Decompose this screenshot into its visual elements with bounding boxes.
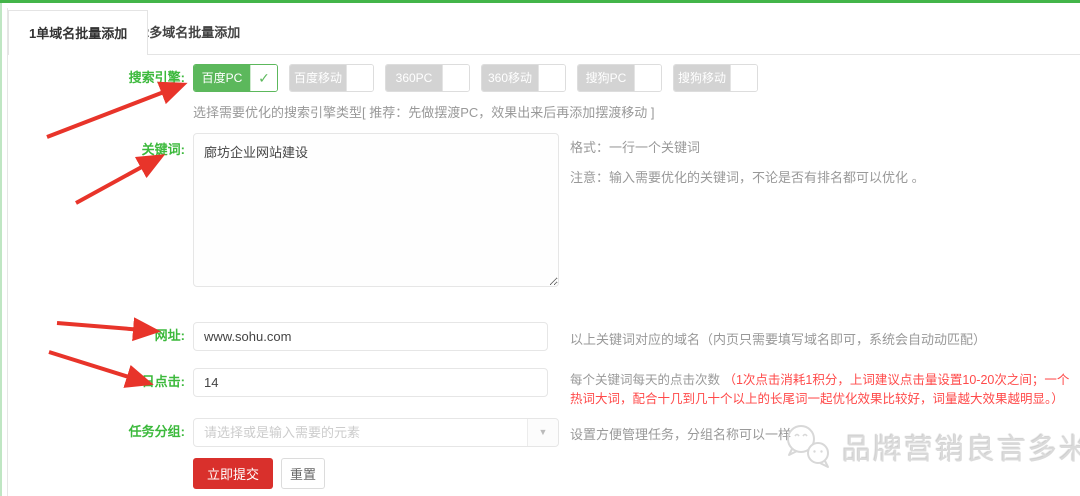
- keywords-textarea[interactable]: 廊坊企业网站建设: [193, 133, 559, 287]
- engine-option-360-pc[interactable]: 360PC: [385, 64, 470, 92]
- daily-clicks-hint: 每个关键词每天的点击次数 （1次点击消耗1积分，上词建议点击量设置10-20次之…: [570, 371, 1075, 409]
- checkbox-empty: [730, 65, 757, 91]
- engine-option-label: 360PC: [386, 65, 442, 91]
- top-accent-bar: [0, 0, 1080, 3]
- keywords-label: 关键词:: [0, 136, 185, 164]
- engine-option-label: 360移动: [482, 65, 538, 91]
- checkbox-empty: [346, 65, 373, 91]
- tab-single-domain-batch-add[interactable]: 1单域名批量添加: [8, 10, 148, 55]
- search-engine-hint: 选择需要优化的搜索引擎类型[ 推荐：先做摆渡PC，效果出来后再添加摆渡移动 ]: [193, 102, 655, 121]
- engine-option-baidu-mobile[interactable]: 百度移动: [289, 64, 374, 92]
- engine-option-sogou-mobile[interactable]: 搜狗移动: [673, 64, 758, 92]
- submit-button[interactable]: 立即提交: [193, 458, 273, 489]
- checkbox-empty: [538, 65, 565, 91]
- search-engine-label: 搜索引擎:: [0, 64, 185, 92]
- daily-clicks-hint-gray: 每个关键词每天的点击次数: [570, 373, 723, 387]
- task-group-label: 任务分组:: [0, 418, 185, 446]
- checkbox-empty: [634, 65, 661, 91]
- search-engine-options: 百度PC ✓ 百度移动 360PC 360移动 搜狗PC 搜狗移动: [193, 64, 758, 92]
- reset-button[interactable]: 重置: [281, 458, 325, 489]
- daily-clicks-label: 日点击:: [0, 368, 185, 396]
- keywords-note-hint: 注意：输入需要优化的关键词，不论是否有排名都可以优化 。: [570, 167, 925, 186]
- engine-option-360-mobile[interactable]: 360移动: [481, 64, 566, 92]
- engine-option-sogou-pc[interactable]: 搜狗PC: [577, 64, 662, 92]
- check-icon: ✓: [250, 65, 277, 91]
- checkbox-empty: [442, 65, 469, 91]
- chevron-down-icon[interactable]: ▼: [527, 419, 558, 446]
- arrow-to-search-engine: [47, 85, 182, 137]
- task-group-hint: 设置方便管理任务，分组名称可以一样: [570, 424, 791, 443]
- url-label: 网址:: [0, 322, 185, 350]
- engine-option-label: 百度移动: [290, 65, 346, 91]
- watermark-text: 品牌营销良言多米: [842, 426, 1080, 468]
- batch-keyword-add-page: 1单域名批量添加 2多域名批量添加 搜索引擎: 百度PC ✓ 百度移动 360P…: [0, 0, 1080, 496]
- url-input[interactable]: [193, 322, 548, 351]
- task-group-placeholder: 请选择或是输入需要的元素: [194, 419, 527, 446]
- daily-clicks-input[interactable]: [193, 368, 548, 397]
- engine-option-label: 百度PC: [194, 65, 250, 91]
- watermark: 品牌营销良言多米: [782, 422, 1080, 472]
- engine-option-baidu-pc[interactable]: 百度PC ✓: [193, 64, 278, 92]
- engine-option-label: 搜狗PC: [578, 65, 634, 91]
- keywords-format-hint: 格式：一行一个关键词: [570, 137, 700, 156]
- url-hint: 以上关键词对应的域名（内页只需要填写域名即可，系统会自动动匹配）: [570, 329, 986, 348]
- task-group-select[interactable]: 请选择或是输入需要的元素 ▼: [193, 418, 559, 447]
- engine-option-label: 搜狗移动: [674, 65, 730, 91]
